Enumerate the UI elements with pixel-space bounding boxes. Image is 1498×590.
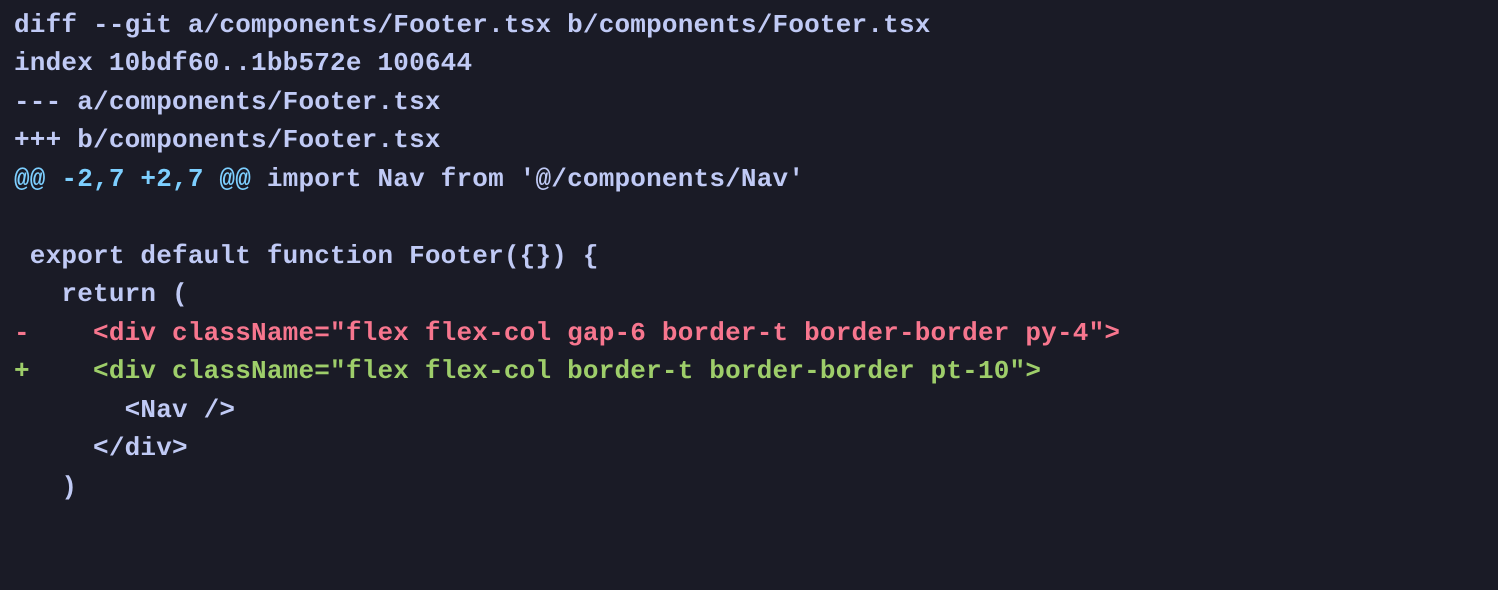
diff-deletion-line: - <div className="flex flex-col gap-6 bo… <box>14 318 1120 348</box>
diff-addition-line: + <div className="flex flex-col border-t… <box>14 356 1041 386</box>
diff-hunk-context: import Nav from '@/components/Nav' <box>267 164 804 194</box>
diff-file-a-line: --- a/components/Footer.tsx <box>14 87 441 117</box>
diff-context-line: <Nav /> <box>14 395 235 425</box>
diff-index-line: index 10bdf60..1bb572e 100644 <box>14 48 472 78</box>
diff-file-b-line: +++ b/components/Footer.tsx <box>14 125 441 155</box>
diff-context-line <box>14 202 30 232</box>
diff-hunk-header: @@ -2,7 +2,7 @@ <box>14 164 267 194</box>
diff-context-line: </div> <box>14 433 188 463</box>
diff-header-line: diff --git a/components/Footer.tsx b/com… <box>14 10 931 40</box>
diff-context-line: export default function Footer({}) { <box>14 241 599 271</box>
diff-context-line: ) <box>14 472 77 502</box>
diff-context-line: return ( <box>14 279 188 309</box>
git-diff-output: diff --git a/components/Footer.tsx b/com… <box>0 0 1498 506</box>
